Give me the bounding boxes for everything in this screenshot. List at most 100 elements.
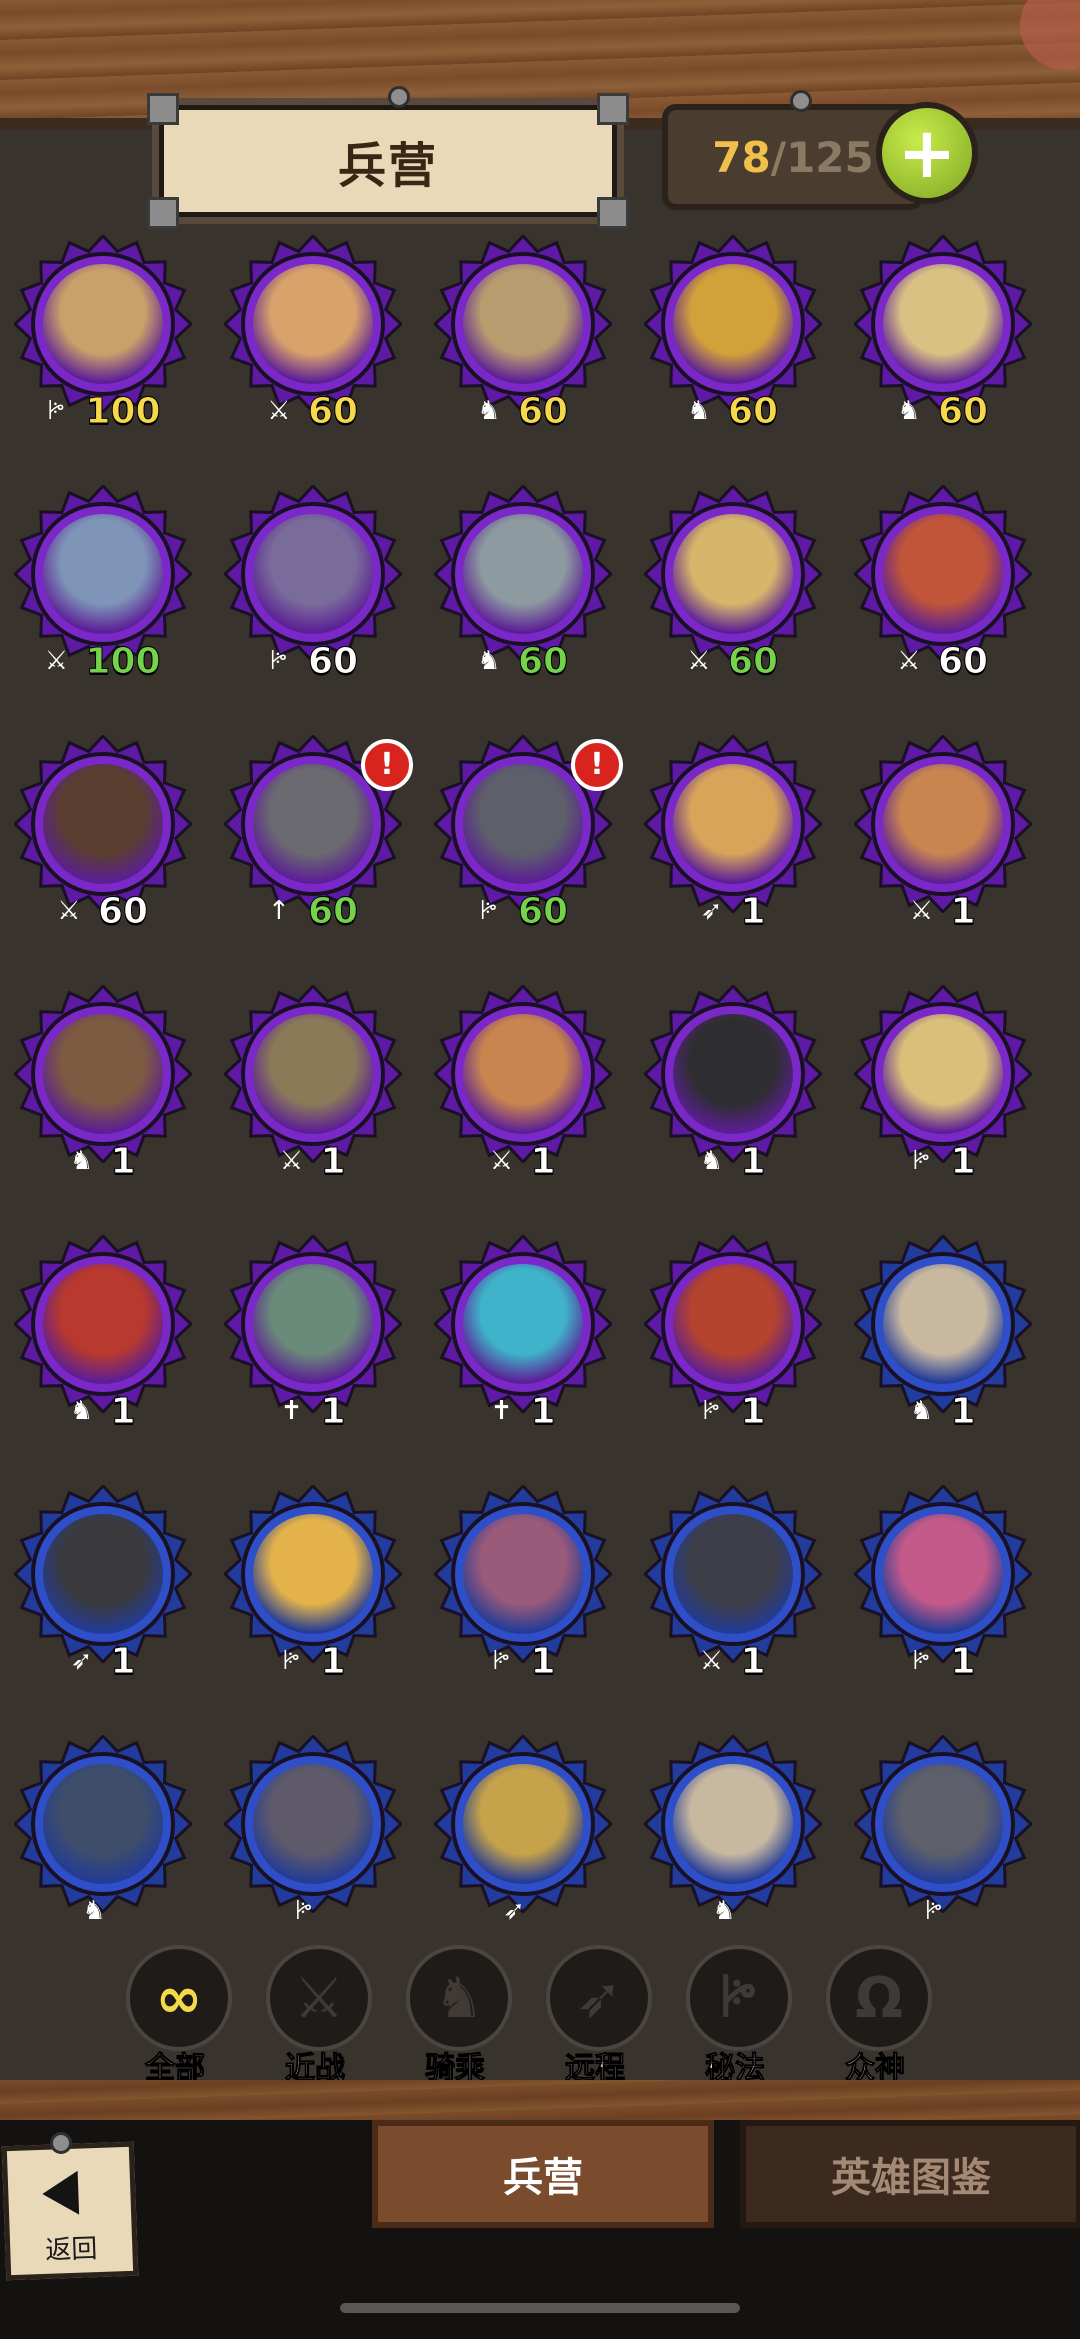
- unit-count: 1: [320, 1390, 346, 1432]
- unit-card[interactable]: ♞ 1: [6, 985, 196, 1185]
- unit-card[interactable]: ➶: [426, 1735, 616, 1925]
- unit-card[interactable]: ꔶ 60: [216, 485, 406, 685]
- unit-count-tag: ✝ 1: [216, 1390, 406, 1432]
- add-capacity-button[interactable]: +: [876, 102, 978, 204]
- unit-count: 1: [530, 1640, 556, 1682]
- unit-badge: [644, 1235, 822, 1413]
- unit-badge: [434, 485, 612, 663]
- filter-arcane-button[interactable]: ꔶ 秘法: [680, 1945, 792, 2087]
- arcane-class-icon: ꔶ: [925, 1896, 943, 1925]
- back-button[interactable]: 返回: [1, 2141, 139, 2281]
- unit-card[interactable]: ♞ 60: [636, 235, 826, 435]
- melee-class-icon: ⚔: [44, 646, 69, 676]
- unit-card[interactable]: ꔶ1: [846, 1485, 1036, 1685]
- unit-count: 1: [530, 1390, 556, 1432]
- unit-portrait: [463, 1514, 583, 1634]
- unit-card[interactable]: ⚔ 1: [216, 985, 406, 1185]
- unit-card[interactable]: ꔶ1: [636, 1235, 826, 1435]
- filter-arcane-icon: ꔶ: [686, 1945, 792, 2051]
- unit-card[interactable]: ꔶ1: [426, 1485, 616, 1685]
- unit-count-tag: ꔶ1: [846, 1140, 1036, 1182]
- unit-count-tag: ♞ 1: [6, 1390, 196, 1432]
- unit-portrait: [43, 514, 163, 634]
- unit-card[interactable]: ꔶ1: [216, 1485, 406, 1685]
- unit-card[interactable]: ♞: [6, 1735, 196, 1925]
- unit-card[interactable]: ♞: [636, 1735, 826, 1925]
- unit-count-tag: ꔶ1: [846, 1640, 1036, 1682]
- unit-badge: [644, 1485, 822, 1663]
- unit-count-tag: ꔶ1: [426, 1640, 616, 1682]
- unit-portrait: [673, 1764, 793, 1884]
- melee-class-icon: ⚔: [897, 646, 921, 676]
- unit-card[interactable]: ⚔ 100: [6, 485, 196, 685]
- unit-card[interactable]: ✝ 1: [216, 1235, 406, 1435]
- unit-badge: [224, 235, 402, 413]
- unit-card[interactable]: ♞ 1: [6, 1235, 196, 1435]
- unit-portrait: [673, 1014, 793, 1134]
- unit-card[interactable]: ⚔ 60: [846, 485, 1036, 685]
- unit-card[interactable]: ꔶ 100: [6, 235, 196, 435]
- unit-card[interactable]: ♞ 1: [636, 985, 826, 1185]
- unit-count: 1: [950, 1640, 976, 1682]
- arcane-class-icon: ꔶ: [47, 396, 66, 426]
- unit-portrait: [463, 1014, 583, 1134]
- unit-card[interactable]: ♞ 60: [426, 235, 616, 435]
- unit-card[interactable]: ♞ 1: [846, 1235, 1036, 1435]
- unit-card[interactable]: ⚔ 1: [426, 985, 616, 1185]
- unit-count: 60: [517, 390, 569, 432]
- unit-count: 1: [950, 1140, 976, 1182]
- unit-badge: [854, 985, 1032, 1163]
- unit-portrait: [253, 514, 373, 634]
- unit-badge: [224, 985, 402, 1163]
- home-indicator[interactable]: [340, 2303, 740, 2313]
- unit-card[interactable]: ➶ 1: [6, 1485, 196, 1685]
- ranged-class-icon: ➶: [700, 896, 723, 926]
- unit-portrait: [43, 764, 163, 884]
- unit-card[interactable]: ꔶ1: [846, 985, 1036, 1185]
- filter-ranged-button[interactable]: ➶ 远程: [540, 1945, 652, 2087]
- unit-count-tag: ⚔ 60: [6, 890, 196, 932]
- tab-hero-codex[interactable]: 英雄图鉴: [740, 2120, 1080, 2228]
- arcane-class-icon: ꔶ: [912, 1146, 931, 1176]
- unit-portrait: [673, 264, 793, 384]
- unit-card[interactable]: ♞ 60: [426, 485, 616, 685]
- unit-portrait: [253, 1014, 373, 1134]
- filter-melee-button[interactable]: ⚔ 近战: [260, 1945, 372, 2087]
- unit-card[interactable]: ⚔ 1: [846, 735, 1036, 935]
- unit-badge: [434, 1735, 612, 1913]
- unit-card[interactable]: ꔶ 60!: [426, 735, 623, 935]
- unit-card[interactable]: ⚔ 60: [636, 485, 826, 685]
- unit-card[interactable]: ✝ 1: [426, 1235, 616, 1435]
- unit-card[interactable]: ꔶ: [846, 1735, 1036, 1925]
- filter-all-button[interactable]: ∞ 全部: [120, 1945, 232, 2087]
- unit-badge: [644, 985, 822, 1163]
- filter-mounted-button[interactable]: ♞ 骑乘: [400, 1945, 512, 2087]
- unit-badge: [854, 1485, 1032, 1663]
- unit-badge: [14, 1735, 192, 1913]
- class-filter-bar: ∞ 全部 ⚔ 近战 ♞ 骑乘 ➶ 远程 ꔶ 秘法 Ω 众神: [0, 1945, 1080, 2087]
- filter-divine-button[interactable]: Ω 众神: [820, 1945, 932, 2087]
- unit-badge: [854, 485, 1032, 663]
- unit-count-tag: ♞ 1: [6, 1140, 196, 1182]
- unit-count: 1: [530, 1140, 556, 1182]
- unit-badge: [14, 735, 192, 913]
- unit-card[interactable]: ⚔ 1: [636, 1485, 826, 1685]
- unit-card[interactable]: ↑ 60!: [216, 735, 413, 935]
- melee-class-icon: ⚔: [279, 1146, 304, 1176]
- unit-card[interactable]: ⚔ 60: [6, 735, 196, 935]
- arcane-class-icon: ꔶ: [270, 646, 288, 676]
- unit-card[interactable]: ➶ 1: [636, 735, 826, 935]
- unit-count-tag: ꔶ 60: [426, 890, 616, 932]
- unit-portrait: [43, 264, 163, 384]
- nail-icon: [50, 2132, 72, 2154]
- unit-portrait: [253, 1264, 373, 1384]
- unit-count-tag: ꔶ: [216, 1891, 406, 1925]
- unit-card[interactable]: ♞ 60: [846, 235, 1036, 435]
- melee-class-icon: ⚔: [687, 646, 711, 676]
- plaque-corner-bracket: [597, 93, 629, 125]
- divine-class-icon: ✝: [490, 1396, 513, 1426]
- ranged-class-icon: ➶: [70, 1646, 93, 1676]
- tab-barracks[interactable]: 兵营: [372, 2120, 714, 2228]
- unit-card[interactable]: ꔶ: [216, 1735, 406, 1925]
- unit-card[interactable]: ⚔ 60: [216, 235, 406, 435]
